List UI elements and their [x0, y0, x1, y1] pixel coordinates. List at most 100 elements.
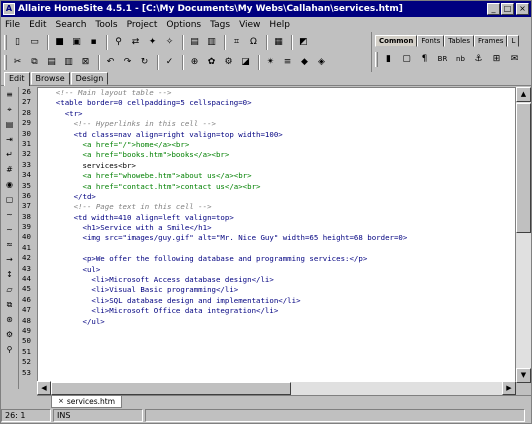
body-tag-icon[interactable]: ▢ [399, 52, 414, 67]
paragraph-icon[interactable]: ¶ [417, 52, 432, 67]
code-line[interactable]: <td class=nav align=right valign=top wid… [38, 130, 515, 140]
paste-special-icon[interactable]: ▥ [61, 55, 76, 70]
map-icon[interactable]: ◈ [314, 55, 329, 70]
link-verify-icon[interactable]: ⚙ [221, 55, 236, 70]
toggle-results-icon[interactable]: ▥ [204, 35, 219, 50]
toolbar-grip[interactable] [4, 54, 7, 70]
cut-icon[interactable]: ✂ [10, 55, 25, 70]
anchor-icon[interactable]: ⚓ [471, 52, 486, 67]
zoom-icon[interactable]: ⊛ [2, 313, 17, 327]
goto-line-icon[interactable]: → [2, 253, 17, 267]
code-line[interactable] [38, 337, 515, 347]
code-line[interactable]: <li>Microsoft Office data integration</l… [38, 306, 515, 316]
code-line[interactable]: <!-- Hyperlinks in this cell --> [38, 119, 515, 129]
code-line[interactable]: <a href="contact.htm">contact us</a><br> [38, 182, 515, 192]
validate-icon[interactable]: ✓ [162, 55, 177, 70]
save-all-icon[interactable]: ▣ [69, 35, 84, 50]
toolbar-grip[interactable] [375, 51, 378, 67]
browser-icon[interactable]: ≡ [280, 55, 295, 70]
toggle-resource-tab-icon[interactable]: ▤ [187, 35, 202, 50]
tab-edit[interactable]: Edit [4, 72, 30, 86]
menu-edit[interactable]: Edit [29, 20, 46, 30]
code-line[interactable]: <a href="whowebe.htm">about us</a><br> [38, 171, 515, 181]
menu-options[interactable]: Options [166, 20, 201, 30]
app-icon[interactable]: A [3, 3, 15, 15]
close-file-icon[interactable]: ▪ [86, 35, 101, 50]
menu-view[interactable]: View [239, 20, 260, 30]
line-break-icon[interactable]: BR [435, 52, 450, 67]
code-line[interactable]: <table border=0 cellpadding=5 cellspacin… [38, 98, 515, 108]
menu-project[interactable]: Project [127, 20, 158, 30]
code-line[interactable]: <li>Microsoft Access database design</li… [38, 275, 515, 285]
menu-file[interactable]: File [5, 20, 20, 30]
scroll-down-button[interactable]: ▼ [516, 368, 531, 383]
code-line[interactable]: <li>Visual Basic programming</li> [38, 285, 515, 295]
code-line[interactable]: <ul> [38, 265, 515, 275]
vertical-scrollbar[interactable]: ▲ ▼ [516, 87, 531, 383]
code-line[interactable]: <!-- Page text in this cell --> [38, 202, 515, 212]
code-line[interactable] [38, 348, 515, 358]
close-button[interactable]: × [516, 3, 529, 15]
snippets-icon[interactable]: ▤ [2, 118, 17, 132]
search-icon[interactable]: ⚲ [2, 343, 17, 357]
line-numbers-icon[interactable]: # [2, 163, 17, 177]
delete-icon[interactable]: ⊠ [78, 55, 93, 70]
code-line[interactable]: <p>We offer the following database and p… [38, 254, 515, 264]
code-line[interactable]: <a href="/">home</a><br> [38, 140, 515, 150]
code-line[interactable]: <tr> [38, 109, 515, 119]
word-wrap-icon[interactable]: ↵ [2, 148, 17, 162]
wizard-icon[interactable]: ✴ [263, 55, 278, 70]
code-line[interactable]: </ul> [38, 317, 515, 327]
menu-tags[interactable]: Tags [210, 20, 230, 30]
tab-browse[interactable]: Browse [30, 72, 70, 85]
tab-fonts[interactable]: Fonts [417, 35, 445, 47]
save-icon[interactable]: ■ [52, 35, 67, 50]
previous-icon[interactable]: ↕ [2, 268, 17, 282]
scroll-left-button[interactable]: ◀ [37, 381, 51, 395]
undo-icon[interactable]: ↶ [103, 55, 118, 70]
image-icon[interactable]: ◆ [297, 55, 312, 70]
copy-icon[interactable]: ⧉ [27, 55, 42, 70]
extended-find-icon[interactable]: ✦ [145, 35, 160, 50]
tab-lists[interactable]: L [507, 35, 520, 47]
extended-replace-icon[interactable]: ✧ [162, 35, 177, 50]
hide-icon[interactable]: ▱ [2, 283, 17, 297]
collapse-icon[interactable]: ≈ [2, 238, 17, 252]
horizontal-scrollbar[interactable]: ◀ ▶ [37, 381, 516, 395]
code-line[interactable]: <li>SQL database design and implementati… [38, 296, 515, 306]
spell-check-icon[interactable]: ⊕ [187, 55, 202, 70]
toolbar-grip[interactable] [4, 34, 7, 50]
document-tab[interactable]: × services.htm [51, 396, 123, 408]
menu-search[interactable]: Search [56, 20, 87, 30]
bookmark-icon[interactable]: ◉ [2, 178, 17, 192]
code-line[interactable]: <a href="books.htm">books</a><br> [38, 150, 515, 160]
code-line[interactable] [38, 358, 515, 368]
tab-design[interactable]: Design [70, 72, 109, 85]
code-line[interactable] [38, 327, 515, 337]
comment-icon[interactable]: ✉ [507, 52, 522, 67]
file-tree-icon[interactable]: ≡ [2, 88, 17, 102]
block-unindent-icon[interactable]: ~ [2, 208, 17, 222]
color-palette-icon[interactable]: ◩ [296, 35, 311, 50]
maximize-button[interactable]: □ [501, 3, 514, 15]
indent-icon[interactable]: ⇥ [2, 133, 17, 147]
paste-icon[interactable]: ▤ [44, 55, 59, 70]
image-tag-icon[interactable]: ⊞ [489, 52, 504, 67]
block-indent-icon[interactable]: ▢ [2, 193, 17, 207]
quick-start-icon[interactable]: ▮ [381, 52, 396, 67]
format-icon[interactable]: ⧉ [2, 298, 17, 312]
code-line[interactable]: <td width=410 align=left valign=top> [38, 213, 515, 223]
code-line[interactable]: <img src="images/guy.gif" alt="Mr. Nice … [38, 233, 515, 243]
new-file-icon[interactable]: ▯ [10, 35, 25, 50]
tab-tables[interactable]: Tables [444, 35, 474, 47]
menu-help[interactable]: Help [269, 20, 290, 30]
code-line[interactable]: </td> [38, 192, 515, 202]
title-bar[interactable]: A Allaire HomeSite 4.5.1 - [C:\My Docume… [1, 1, 531, 17]
code-editor[interactable]: <!-- Main layout table --> <table border… [37, 87, 516, 383]
code-line[interactable]: <h1>Service with a Smile</h1> [38, 223, 515, 233]
tag-tree-icon[interactable]: ⌖ [2, 103, 17, 117]
code-line[interactable]: <!-- Main layout table --> [38, 88, 515, 98]
codesweeper-icon[interactable]: ✿ [204, 55, 219, 70]
find-icon[interactable]: ⚲ [111, 35, 126, 50]
tab-frames[interactable]: Frames [473, 35, 508, 47]
